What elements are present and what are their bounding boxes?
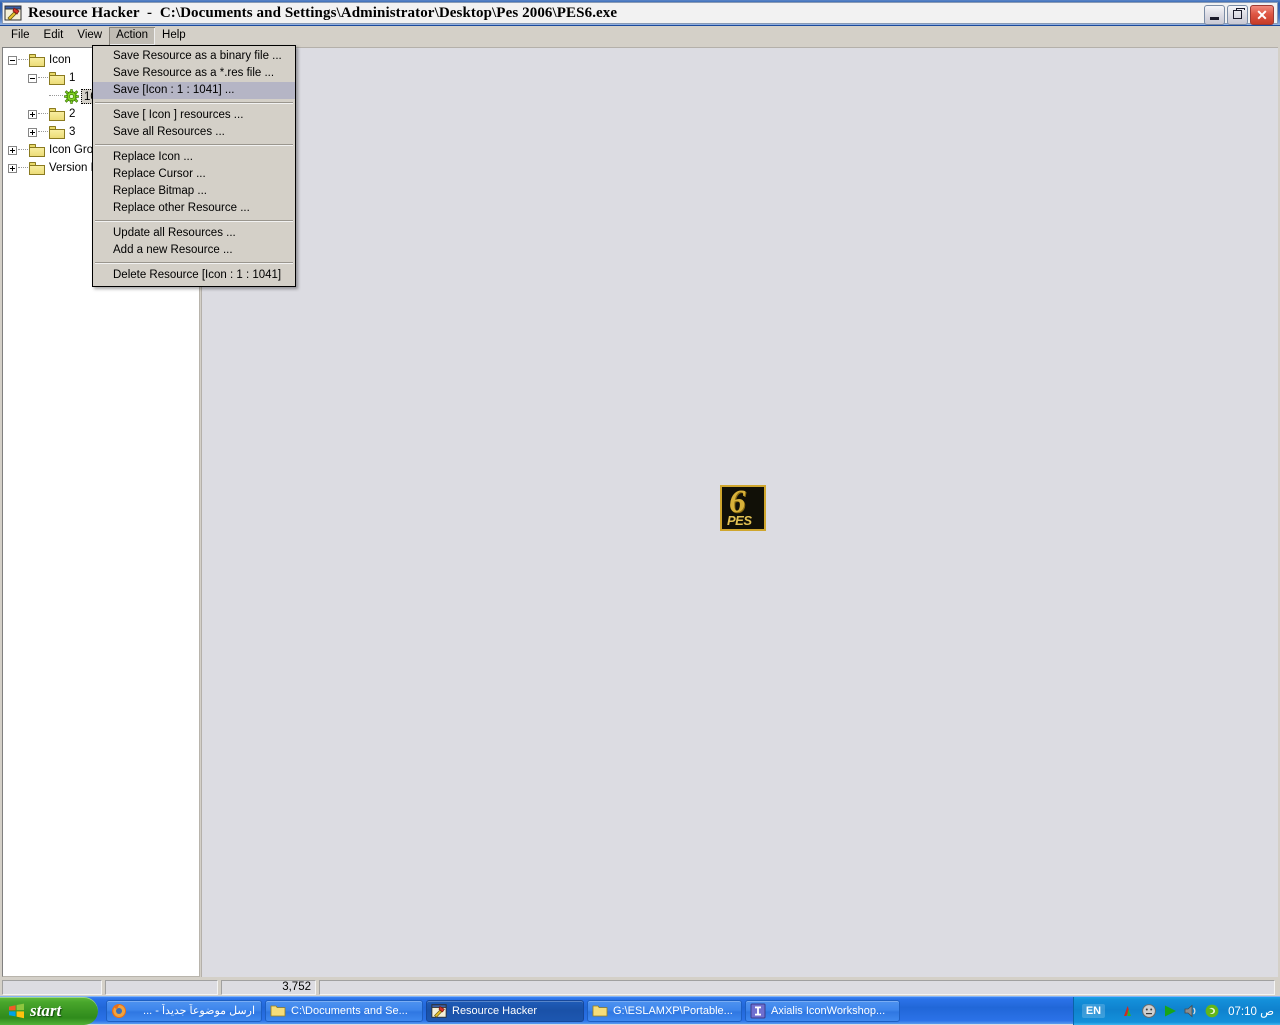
taskbar-button-firefox[interactable]: ارسل موضوعاً جديداً - ... (106, 999, 262, 1022)
tree-connector (38, 131, 48, 133)
tray-clock[interactable]: 07:10 ص (1228, 1004, 1274, 1018)
system-tray: EN 07:10 ص (1072, 996, 1280, 1025)
expander-plus-icon[interactable] (8, 145, 17, 155)
taskbar-button-label: Axialis IconWorkshop... (771, 1004, 886, 1017)
restore-icon (1233, 8, 1245, 19)
menu-view[interactable]: View (70, 27, 109, 45)
tree-connector (18, 167, 28, 169)
menu-help[interactable]: Help (155, 27, 193, 45)
tree-node-label: Icon (49, 54, 71, 66)
language-indicator[interactable]: EN (1081, 1003, 1106, 1018)
taskbar-button-label: G:\ESLAMXP\Portable... (613, 1004, 733, 1017)
resource-hacker-icon (431, 1003, 447, 1019)
window-controls: ✕ (1204, 5, 1274, 25)
gear-icon (64, 88, 79, 104)
tree-connector (49, 95, 63, 97)
menu-action[interactable]: Action (109, 26, 156, 45)
folder-icon (270, 1003, 286, 1019)
tree-node-label: 1 (69, 72, 76, 84)
pes6-application-icon: 6 PES (720, 485, 766, 531)
tree-connector (38, 77, 48, 79)
firefox-icon (111, 1003, 127, 1019)
expander-minus-icon[interactable] (8, 55, 17, 65)
taskbar-button-resource-hacker[interactable]: Resource Hacker (426, 999, 584, 1022)
menu-item-delete-resource[interactable]: Delete Resource [Icon : 1 : 1041] (93, 267, 295, 284)
minimize-icon (1210, 17, 1219, 20)
action-dropdown-menu[interactable]: Save Resource as a binary file ... Save … (92, 45, 296, 287)
taskbar-button-documents[interactable]: C:\Documents and Se... (265, 999, 423, 1022)
volume-icon[interactable] (1183, 1003, 1199, 1019)
expander-plus-icon[interactable] (28, 127, 37, 137)
menu-item-save-all-resources[interactable]: Save all Resources ... (93, 124, 295, 141)
tree-connector (18, 149, 28, 151)
folder-icon (592, 1003, 608, 1019)
folder-icon (29, 53, 45, 67)
folder-icon (49, 71, 65, 85)
windows-flag-icon (8, 1003, 25, 1019)
tree-connector (38, 113, 48, 115)
close-icon: ✕ (1256, 7, 1268, 23)
taskbar-button-iconworkshop[interactable]: Axialis IconWorkshop... (745, 999, 900, 1022)
media-player-icon[interactable] (1162, 1003, 1178, 1019)
menu-item-save-res[interactable]: Save Resource as a *.res file ... (93, 65, 295, 82)
title-bar-inner: Resource Hacker - C:\Documents and Setti… (2, 2, 1278, 25)
tree-node-label: 2 (69, 108, 76, 120)
resource-hacker-window: Resource Hacker - C:\Documents and Setti… (0, 0, 1280, 996)
taskbar-button-label: ارسل موضوعاً جديداً - ... (143, 1005, 255, 1017)
taskbar-button-eslamxp[interactable]: G:\ESLAMXP\Portable... (587, 999, 742, 1022)
antivirus-icon[interactable] (1120, 1003, 1136, 1019)
menu-item-save-binary[interactable]: Save Resource as a binary file ... (93, 48, 295, 65)
resource-hacker-icon (4, 4, 22, 22)
menu-item-replace-cursor[interactable]: Replace Cursor ... (93, 166, 295, 183)
window-title: Resource Hacker - C:\Documents and Setti… (28, 4, 618, 21)
restore-button[interactable] (1227, 5, 1248, 25)
menu-separator (95, 144, 293, 146)
menu-file[interactable]: File (4, 27, 37, 45)
expander-minus-icon[interactable] (28, 73, 37, 83)
menu-item-add-new-resource[interactable]: Add a new Resource ... (93, 242, 295, 259)
status-panel-1 (2, 980, 102, 995)
start-label: start (30, 1000, 62, 1020)
menu-item-replace-bitmap[interactable]: Replace Bitmap ... (93, 183, 295, 200)
menu-item-replace-icon[interactable]: Replace Icon ... (93, 149, 295, 166)
menu-item-save-icon-1041[interactable]: Save [Icon : 1 : 1041] ... (93, 82, 295, 99)
menu-separator (95, 220, 293, 222)
menu-edit[interactable]: Edit (37, 27, 71, 45)
taskbar-buttons: ارسل موضوعاً جديداً - ... C:\Documents a… (106, 999, 1073, 1022)
nvidia-icon[interactable] (1204, 1003, 1220, 1019)
folder-icon (49, 125, 65, 139)
status-panel-2 (105, 980, 218, 995)
close-button[interactable]: ✕ (1250, 5, 1274, 25)
title-bar[interactable]: Resource Hacker - C:\Documents and Setti… (0, 0, 1280, 26)
status-panel-size: 3,752 (221, 980, 316, 995)
taskbar-button-label: Resource Hacker (452, 1004, 537, 1017)
menu-item-update-all-resources[interactable]: Update all Resources ... (93, 225, 295, 242)
menu-bar: File Edit View Action Help (0, 26, 1280, 45)
minimize-button[interactable] (1204, 5, 1225, 25)
expander-plus-icon[interactable] (8, 163, 17, 173)
tree-node-label: 3 (69, 126, 76, 138)
taskbar-button-label: C:\Documents and Se... (291, 1004, 408, 1017)
pes6-wordmark: PES (727, 513, 752, 528)
start-button[interactable]: start (0, 996, 98, 1025)
status-bar: 3,752 (0, 979, 1280, 996)
folder-icon (49, 107, 65, 121)
menu-item-save-icon-resources[interactable]: Save [ Icon ] resources ... (93, 107, 295, 124)
folder-icon (29, 161, 45, 175)
status-panel-4 (319, 980, 1275, 995)
tree-connector (18, 59, 28, 61)
menu-separator (95, 262, 293, 264)
resource-preview-panel: 6 PES (201, 47, 1278, 977)
messenger-icon[interactable] (1141, 1003, 1157, 1019)
menu-separator (95, 102, 293, 104)
windows-taskbar: start ارسل موضوعاً جديداً - ... C:\Docum… (0, 996, 1280, 1025)
expander-plus-icon[interactable] (28, 109, 37, 119)
folder-icon (29, 143, 45, 157)
menu-item-replace-other-resource[interactable]: Replace other Resource ... (93, 200, 295, 217)
iconworkshop-icon (750, 1003, 766, 1019)
